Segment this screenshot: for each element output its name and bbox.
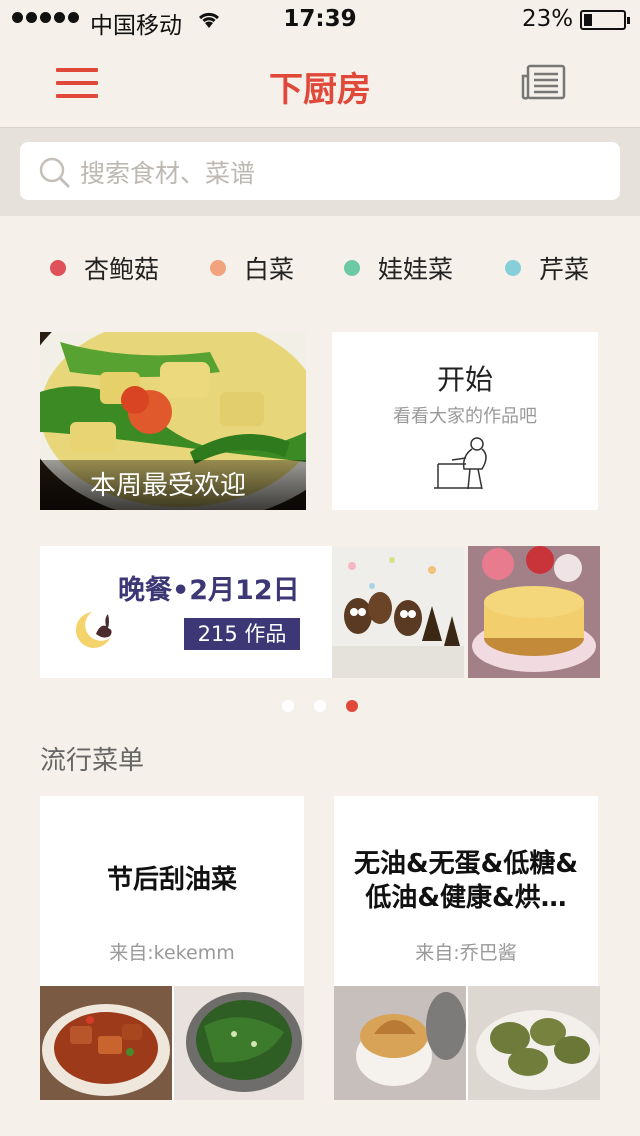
list-title-2-line1: 无油&无蛋&低糖& <box>353 849 579 879</box>
category-qincai[interactable]: 芹菜 <box>505 250 589 286</box>
category-dot-icon <box>210 260 226 276</box>
category-dot-icon <box>50 260 66 276</box>
braised-pork-image <box>40 986 172 1100</box>
list-title-1: 节后刮油菜 <box>106 865 237 895</box>
category-dot-icon <box>344 260 360 276</box>
list-2-photo-2 <box>468 986 600 1100</box>
search-icon <box>39 157 71 189</box>
sponge-cake-image <box>468 546 600 678</box>
weekly-popular-label: 本周最受欢迎 <box>40 460 306 510</box>
start-card-subtitle: 看看大家的作品吧 <box>393 406 537 427</box>
pager-dot-1[interactable] <box>282 700 294 712</box>
cucumber-salad-image <box>174 986 304 1100</box>
weekly-popular-card[interactable]: 本周最受欢迎 <box>40 332 306 510</box>
list-author-2: 来自:乔巴酱 <box>415 942 517 964</box>
category-xingbaogu[interactable]: 杏鲍菇 <box>50 250 159 286</box>
matcha-cookies-image <box>468 986 600 1100</box>
list-author-1: 来自:kekemm <box>109 942 235 964</box>
category-label: 芹菜 <box>539 255 590 284</box>
status-bar: 中国移动 17:39 23% <box>0 0 640 40</box>
category-label: 杏鲍菇 <box>84 255 160 284</box>
bread-cup-image <box>334 986 466 1100</box>
popular-lists-title: 流行菜单 <box>40 746 145 776</box>
start-card-title: 开始 <box>436 363 493 396</box>
list-title-2-line2: 低油&健康&烘… <box>365 883 567 913</box>
category-baicai[interactable]: 白菜 <box>210 250 294 286</box>
dinner-photo-2[interactable] <box>468 546 600 678</box>
category-label: 白菜 <box>244 255 295 284</box>
nav-bar: 下厨房 <box>0 40 640 128</box>
works-count-badge: 215 作品 <box>184 618 300 650</box>
pager-dot-2[interactable] <box>314 700 326 712</box>
battery-percent: 23% <box>522 6 574 32</box>
dinner-photo-1[interactable] <box>332 546 464 678</box>
list-1-photo-2 <box>174 986 304 1100</box>
newspaper-icon[interactable] <box>520 64 566 102</box>
chef-cooking-icon <box>434 437 487 490</box>
dinner-title: 晚餐•2月12日 <box>118 575 300 606</box>
owl-cookies-image <box>332 546 464 678</box>
search-placeholder: 搜索食材、菜谱 <box>80 159 256 188</box>
category-dot-icon <box>505 260 521 276</box>
moon-rabbit-icon <box>75 612 112 648</box>
list-2-photo-1 <box>334 986 466 1100</box>
pager-dot-3-active[interactable] <box>346 700 358 712</box>
category-wawacai[interactable]: 娃娃菜 <box>344 250 453 286</box>
battery-icon <box>580 10 630 30</box>
category-label: 娃娃菜 <box>378 255 454 284</box>
list-1-photo-1 <box>40 986 172 1100</box>
